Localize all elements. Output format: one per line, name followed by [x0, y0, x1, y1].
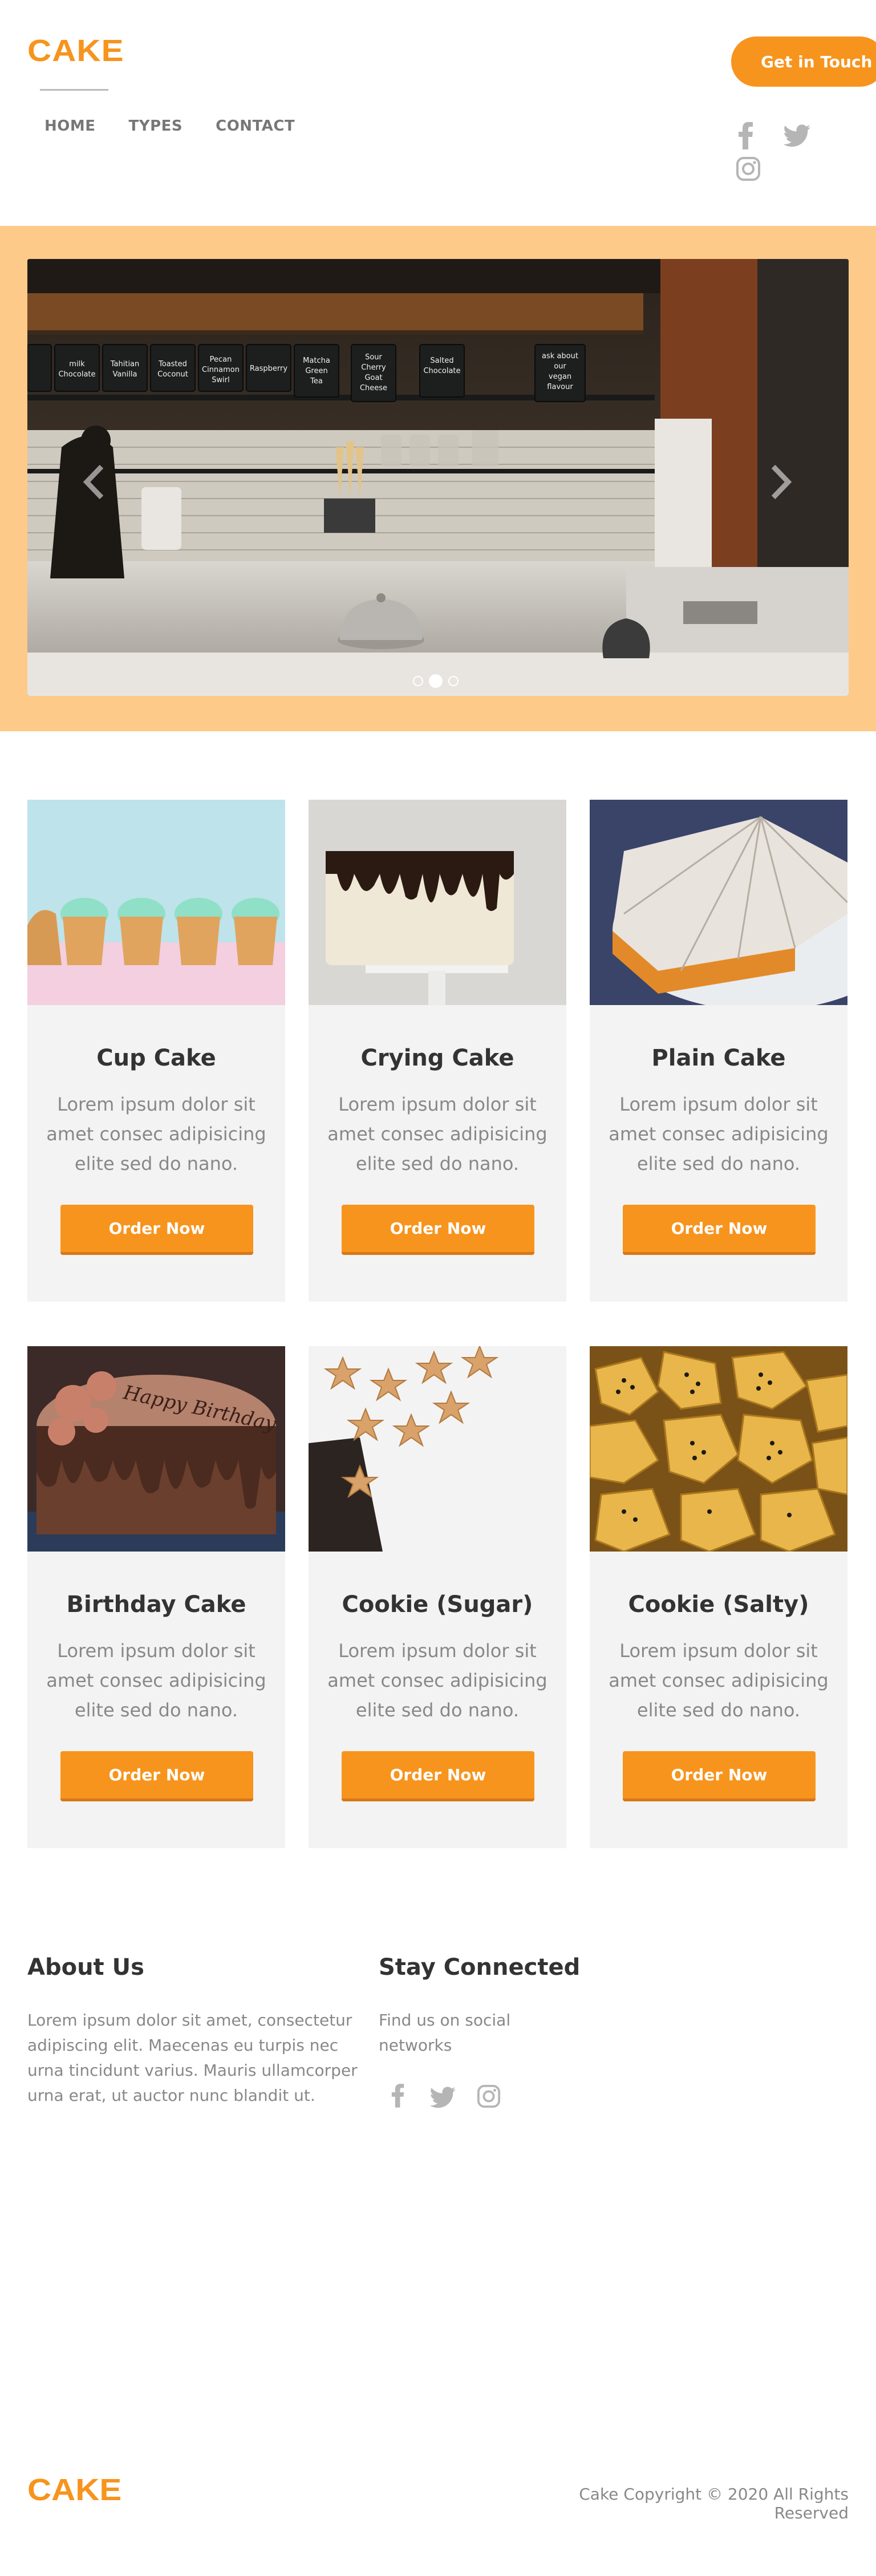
site-header: CAKE HOME TYPES CONTACT Get in Touch [0, 0, 876, 226]
instagram-icon[interactable] [477, 2084, 501, 2108]
product-description: Lorem ipsum dolor sit amet consec adipis… [609, 1640, 829, 1721]
order-now-button[interactable]: Order Now [342, 1751, 534, 1801]
svg-text:Tea: Tea [310, 377, 323, 386]
product-description: Lorem ipsum dolor sit amet consec adipis… [327, 1640, 548, 1721]
svg-text:Green: Green [305, 367, 327, 375]
svg-text:Cinnamon: Cinnamon [202, 366, 240, 374]
order-now-button[interactable]: Order Now [623, 1751, 816, 1801]
svg-text:flavour: flavour [547, 383, 573, 391]
svg-text:Chocolate: Chocolate [423, 367, 460, 375]
carousel-indicators [413, 674, 459, 688]
product-card-cup-cake: Cup Cake Lorem ipsum dolor sit amet cons… [27, 800, 285, 1302]
svg-text:Matcha: Matcha [303, 357, 330, 365]
product-description: Lorem ipsum dolor sit amet consec adipis… [327, 1093, 548, 1174]
svg-text:Tahitian: Tahitian [110, 360, 140, 368]
instagram-icon[interactable] [736, 156, 761, 181]
carousel-dot-3[interactable] [448, 676, 459, 686]
about-us-text: Lorem ipsum dolor sit amet, consectetur … [27, 2011, 358, 2105]
logo[interactable]: CAKE [27, 35, 124, 66]
twitter-icon[interactable] [784, 124, 811, 147]
order-now-button[interactable]: Order Now [60, 1205, 253, 1255]
nav-contact[interactable]: CONTACT [216, 118, 295, 135]
svg-text:Cherry: Cherry [361, 363, 386, 372]
order-now-button[interactable]: Order Now [623, 1205, 816, 1255]
product-title: Birthday Cake [66, 1591, 246, 1618]
birthday-cake-image: Happy Birthday [27, 1346, 285, 1552]
svg-text:our: our [554, 362, 566, 371]
stay-connected-text: Find us on social networks [379, 2011, 511, 2055]
carousel-dot-2[interactable] [429, 674, 443, 688]
drip-cake-image [309, 800, 566, 1005]
main-nav: HOME TYPES CONTACT [44, 118, 328, 135]
order-now-button[interactable]: Order Now [60, 1751, 253, 1801]
facebook-icon[interactable] [391, 2083, 405, 2108]
product-description: Lorem ipsum dolor sit amet consec adipis… [46, 1093, 266, 1174]
svg-text:Swirl: Swirl [212, 376, 229, 384]
product-card-birthday-cake: Happy Birthday Birthday Cake Lorem ipsum… [27, 1346, 285, 1848]
nav-types[interactable]: TYPES [129, 118, 183, 135]
product-title: Cookie (Salty) [628, 1591, 809, 1618]
facebook-icon[interactable] [738, 122, 754, 149]
svg-text:Sour: Sour [365, 353, 382, 362]
product-title: Crying Cake [360, 1045, 514, 1071]
get-in-touch-button[interactable]: Get in Touch [731, 37, 876, 87]
product-title: Cup Cake [96, 1045, 216, 1071]
product-description: Lorem ipsum dolor sit amet consec adipis… [46, 1640, 266, 1721]
carousel-prev-arrow[interactable] [82, 464, 105, 500]
svg-text:Chocolate: Chocolate [58, 370, 95, 379]
product-description: Lorem ipsum dolor sit amet consec adipis… [609, 1093, 829, 1174]
hero-carousel-slide[interactable]: milk Chocolate Tahitian Vanilla Toasted Coc… [27, 259, 849, 696]
bakery-counter-image: milk Chocolate Tahitian Vanilla Toasted Coc… [27, 259, 849, 696]
product-card-crying-cake: Crying Cake Lorem ipsum dolor sit amet c… [309, 800, 566, 1302]
logo-divider [40, 89, 108, 91]
cupcake-image [27, 800, 285, 1005]
svg-text:Cheese: Cheese [360, 384, 387, 392]
product-card-cookie-sugar: Cookie (Sugar) Lorem ipsum dolor sit ame… [309, 1346, 566, 1848]
product-title: Plain Cake [651, 1045, 786, 1071]
copyright-text: Cake Copyright © 2020 All Rights Reserve… [579, 2485, 849, 2522]
svg-text:Raspberry: Raspberry [250, 364, 287, 373]
svg-text:ask about: ask about [542, 352, 578, 361]
about-us-heading: About Us [27, 1954, 144, 1980]
order-now-button[interactable]: Order Now [342, 1205, 534, 1255]
product-card-cookie-salty: Cookie (Salty) Lorem ipsum dolor sit ame… [590, 1346, 847, 1848]
svg-text:Coconut: Coconut [157, 370, 188, 379]
stay-connected-heading: Stay Connected [379, 1954, 581, 1980]
hero-section: milk Chocolate Tahitian Vanilla Toasted Coc… [0, 226, 876, 731]
svg-text:vegan: vegan [549, 372, 571, 381]
salty-cookies-image [590, 1346, 847, 1552]
twitter-icon[interactable] [430, 2087, 456, 2108]
carousel-dot-1[interactable] [413, 676, 423, 686]
svg-text:Vanilla: Vanilla [113, 370, 137, 379]
svg-text:Pecan: Pecan [210, 355, 232, 364]
star-cookies-image [309, 1346, 566, 1552]
plain-cake-image [590, 800, 847, 1005]
nav-home[interactable]: HOME [44, 118, 96, 135]
product-title: Cookie (Sugar) [342, 1591, 533, 1618]
product-card-plain-cake: Plain Cake Lorem ipsum dolor sit amet co… [590, 800, 847, 1302]
svg-text:milk: milk [69, 360, 85, 368]
svg-text:Toasted: Toasted [158, 360, 187, 368]
footer-logo[interactable]: CAKE [27, 2474, 121, 2505]
svg-text:Goat: Goat [364, 374, 382, 382]
svg-text:Salted: Salted [430, 357, 453, 365]
carousel-next-arrow[interactable] [770, 464, 793, 500]
